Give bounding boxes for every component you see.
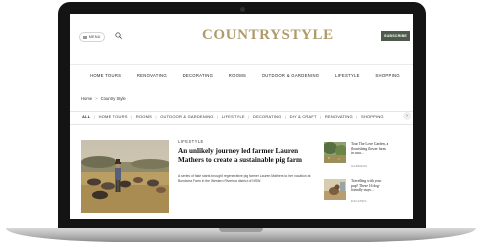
filter-separator: | <box>248 114 250 119</box>
subscribe-button[interactable]: SUBSCRIBE <box>381 31 410 41</box>
filter-scroll-button[interactable]: › <box>403 112 411 120</box>
nav-item-home-tours[interactable]: HOME TOURS <box>90 73 121 78</box>
hero-kicker[interactable]: LIFESTYLE <box>178 139 204 144</box>
filter-separator: | <box>217 114 219 119</box>
hamburger-icon <box>83 35 88 39</box>
filter-all[interactable]: ALL <box>82 114 90 119</box>
filter-separator: | <box>131 114 133 119</box>
filter-decorating[interactable]: DECORATING <box>253 114 281 119</box>
filter-shopping[interactable]: SHOPPING <box>361 114 384 119</box>
laptop-base-notch <box>219 228 263 232</box>
breadcrumb-separator: > <box>95 96 98 101</box>
filter-renovating[interactable]: RENOVATING <box>325 114 353 119</box>
main-nav: HOME TOURS RENOVATING DECORATING ROOMS O… <box>90 73 400 78</box>
header-divider <box>70 64 413 65</box>
filter-separator: | <box>284 114 287 119</box>
side-story-1-title[interactable]: Tour The Love Garden, a flourishing flow… <box>351 142 389 156</box>
search-icon[interactable] <box>115 32 122 39</box>
menu-button[interactable]: MENU <box>79 32 105 42</box>
hero-excerpt: A series of fake starts brought regenera… <box>178 174 311 183</box>
hero-image[interactable] <box>81 140 169 213</box>
filter-diy-craft[interactable]: DIY & CRAFT <box>290 114 317 119</box>
browser-screen: MENU COUNTRYSTYLE SUBSCRIBE HOME TOURS R… <box>70 14 413 219</box>
breadcrumb-current: Country Style <box>100 96 126 101</box>
chevron-right-icon: › <box>406 113 408 119</box>
side-story-2-title[interactable]: Travelling with your pup? These 16 dog-f… <box>351 179 389 193</box>
filter-rooms[interactable]: ROOMS <box>136 114 152 119</box>
filter-lifestyle[interactable]: LIFESTYLE <box>222 114 245 119</box>
nav-item-rooms[interactable]: ROOMS <box>229 73 246 78</box>
site-logo[interactable]: COUNTRYSTYLE <box>202 27 334 44</box>
filter-outdoor-gardening[interactable]: OUTDOOR & GARDENING <box>160 114 213 119</box>
nav-item-shopping[interactable]: SHOPPING <box>375 73 400 78</box>
nav-item-lifestyle[interactable]: LIFESTYLE <box>335 73 360 78</box>
filter-separator: | <box>155 114 157 119</box>
filter-nav: ALL | HOME TOURS | ROOMS | OUTDOOR & GAR… <box>82 114 412 119</box>
filter-home-tours[interactable]: HOME TOURS <box>99 114 128 119</box>
filter-separator: | <box>320 114 322 119</box>
side-story-2-tag[interactable]: ESCAPES <box>351 199 367 203</box>
side-story-1-image[interactable] <box>324 142 346 163</box>
breadcrumb: Home > Country Style <box>81 96 126 101</box>
nav-item-renovating[interactable]: RENOVATING <box>137 73 167 78</box>
menu-label: MENU <box>88 35 101 39</box>
laptop-base <box>6 228 476 242</box>
nav-item-decorating[interactable]: DECORATING <box>183 73 214 78</box>
breadcrumb-home[interactable]: Home <box>81 96 92 101</box>
filter-separator: | <box>93 114 96 119</box>
side-story-1-tag[interactable]: GARDENS <box>351 164 367 168</box>
filter-separator: | <box>356 114 358 119</box>
side-story-2-image[interactable] <box>324 179 346 200</box>
webcam <box>240 7 245 12</box>
hero-headline[interactable]: An unlikely journey led farmer Lauren Ma… <box>178 147 308 164</box>
nav-item-outdoor-gardening[interactable]: OUTDOOR & GARDENING <box>262 73 320 78</box>
